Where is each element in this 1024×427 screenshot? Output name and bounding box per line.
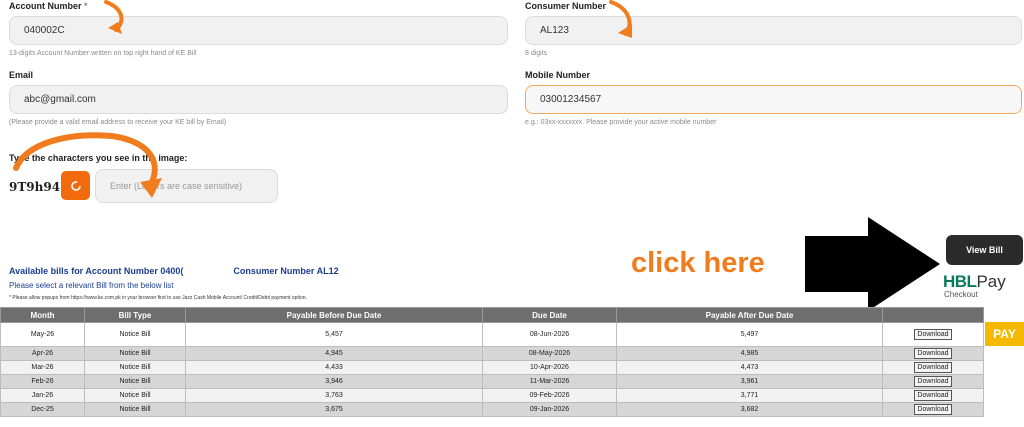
cell-action: Download xyxy=(882,322,984,347)
table-row: May-26 Notice Bill 5,457 08-Jun-2026 5,4… xyxy=(0,322,984,347)
hbl-pay-logo[interactable]: HBLPay Checkout xyxy=(943,273,1023,305)
cell-bill-type: Notice Bill xyxy=(84,360,186,375)
cell-payable-after: 3,682 xyxy=(616,402,883,417)
cell-payable-before: 3,675 xyxy=(185,402,483,417)
cell-action: Download xyxy=(882,360,984,375)
cell-action: Download xyxy=(882,402,984,417)
cell-bill-type: Notice Bill xyxy=(84,388,186,403)
cell-bill-type: Notice Bill xyxy=(84,402,186,417)
cell-due-date: 08-Jun-2026 xyxy=(482,322,617,347)
cell-month: Mar-26 xyxy=(0,360,85,375)
col-payable-before: Payable Before Due Date xyxy=(185,307,483,323)
cell-payable-after: 4,473 xyxy=(616,360,883,375)
black-arrow-icon xyxy=(805,217,940,311)
cell-due-date: 09-Jan-2026 xyxy=(482,402,617,417)
col-month: Month xyxy=(0,307,85,323)
cell-due-date: 11-Mar-2026 xyxy=(482,374,617,389)
view-bill-button[interactable]: View Bill xyxy=(946,235,1023,265)
arrow-head-consumer-icon xyxy=(618,24,632,38)
bills-heading-account: Available bills for Account Number 0400( xyxy=(9,266,184,276)
bills-heading-consumer: Consumer Number AL12 xyxy=(233,266,339,276)
cell-bill-type: Notice Bill xyxy=(84,374,186,389)
cell-month: Apr-26 xyxy=(0,346,85,361)
bills-subheading: Please select a relevant Bill from the b… xyxy=(9,281,174,290)
cell-payable-before: 3,946 xyxy=(185,374,483,389)
table-row: Apr-26 Notice Bill 4,945 08-May-2026 4,9… xyxy=(0,346,984,361)
table-row: Feb-26 Notice Bill 3,946 11-Mar-2026 3,9… xyxy=(0,374,984,389)
cell-payable-before: 3,763 xyxy=(185,388,483,403)
download-button[interactable]: Download xyxy=(914,329,952,340)
cell-due-date: 08-May-2026 xyxy=(482,346,617,361)
download-button[interactable]: Download xyxy=(914,348,952,359)
cell-month: Dec-25 xyxy=(0,402,85,417)
arrow-head-captcha-icon xyxy=(140,178,162,198)
cell-bill-type: Notice Bill xyxy=(84,346,186,361)
cell-payable-before: 4,433 xyxy=(185,360,483,375)
cell-payable-after: 3,771 xyxy=(616,388,883,403)
col-bill-type: Bill Type xyxy=(84,307,186,323)
hbl-brand-text: HBL xyxy=(943,272,977,291)
click-here-annotation: click here xyxy=(631,247,765,279)
cell-month: May-26 xyxy=(0,322,85,347)
table-row: Dec-25 Notice Bill 3,675 09-Jan-2026 3,6… xyxy=(0,402,984,417)
table-row: Jan-26 Notice Bill 3,763 09-Feb-2026 3,7… xyxy=(0,388,984,403)
download-button[interactable]: Download xyxy=(914,404,952,415)
cell-action: Download xyxy=(882,346,984,361)
bills-table: Month Bill Type Payable Before Due Date … xyxy=(0,307,984,417)
bills-table-header: Month Bill Type Payable Before Due Date … xyxy=(0,307,984,323)
popup-note: * Please allow popups from https://www.k… xyxy=(9,295,307,301)
hbl-pay-text: Pay xyxy=(976,272,1006,291)
cell-payable-after: 4,985 xyxy=(616,346,883,361)
download-button[interactable]: Download xyxy=(914,376,952,387)
cell-action: Download xyxy=(882,374,984,389)
cell-month: Jan-26 xyxy=(0,388,85,403)
table-row: Mar-26 Notice Bill 4,433 10-Apr-2026 4,4… xyxy=(0,360,984,375)
cell-bill-type: Notice Bill xyxy=(84,322,186,347)
pay-button[interactable]: PAY xyxy=(985,322,1024,346)
cell-payable-after: 5,497 xyxy=(616,322,883,347)
col-due-date: Due Date xyxy=(482,307,617,323)
cell-due-date: 10-Apr-2026 xyxy=(482,360,617,375)
cell-month: Feb-26 xyxy=(0,374,85,389)
col-payable-after: Payable After Due Date xyxy=(616,307,883,323)
cell-payable-before: 4,945 xyxy=(185,346,483,361)
download-button[interactable]: Download xyxy=(914,390,952,401)
cell-payable-before: 5,457 xyxy=(185,322,483,347)
cell-payable-after: 3,961 xyxy=(616,374,883,389)
col-action xyxy=(882,307,984,323)
bills-heading: Available bills for Account Number 0400(… xyxy=(9,266,339,276)
download-button[interactable]: Download xyxy=(914,362,952,373)
cell-action: Download xyxy=(882,388,984,403)
arrow-to-captcha-icon xyxy=(13,132,158,189)
hbl-checkout-text: Checkout xyxy=(944,290,978,299)
cell-due-date: 09-Feb-2026 xyxy=(482,388,617,403)
